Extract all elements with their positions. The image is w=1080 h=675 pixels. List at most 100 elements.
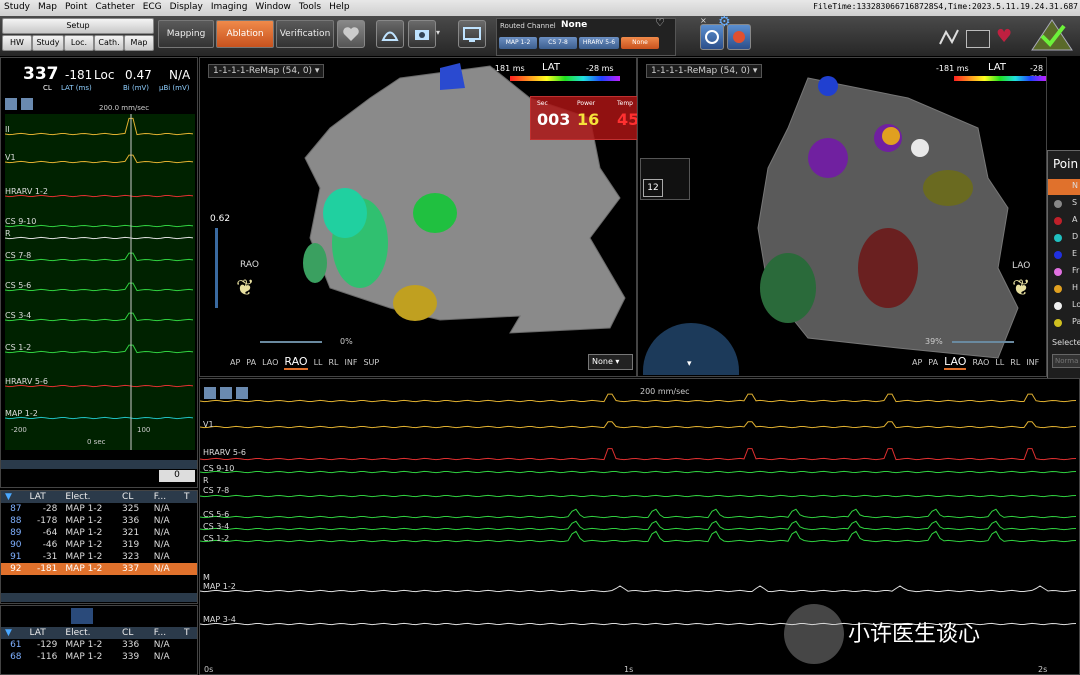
view-lao[interactable]: LAO [262,358,278,367]
point-count[interactable]: 12 [643,179,663,197]
ecg-trace-cs12 [200,530,1077,543]
monitor-icon[interactable] [458,20,486,48]
col-lat[interactable]: LAT [25,491,62,503]
setup-tab-map[interactable]: Map [124,35,154,51]
setup-tab-cath[interactable]: Cath. [94,35,124,51]
point-type-item[interactable]: Fr [1048,264,1080,280]
col-elect[interactable]: Elect. [61,627,119,639]
col-elect[interactable]: Elect. [61,491,119,503]
chevron-down-icon[interactable]: ▾ [436,28,440,37]
point-type-item[interactable]: D [1048,230,1080,246]
ablation-mode-button[interactable]: Ablation [216,20,274,48]
channel-chip-map12[interactable]: MAP 1-2 [499,37,537,49]
menu-point[interactable]: Point [61,0,91,12]
sort-icon[interactable]: ▼ [1,491,26,503]
catheter-icon[interactable] [700,24,724,50]
view-inf[interactable]: INF [1026,358,1039,367]
col-f[interactable]: F... [149,627,180,639]
chevron-down-icon[interactable]: ▾ [687,359,692,369]
heart-status-icon[interactable]: ♥ [996,26,1012,47]
zoom-icon[interactable] [5,98,17,110]
heart-model-lao[interactable] [748,68,1048,368]
view-inf[interactable]: INF [345,358,358,367]
catheter-navigation-widget[interactable]: ▾ [643,323,739,375]
col-cl[interactable]: CL [118,627,150,639]
table-scrollbar[interactable] [1,593,197,602]
channel-chip-hrarv56[interactable]: HRARV 5-6 [579,37,619,49]
view-rl[interactable]: RL [328,358,338,367]
point-type-item[interactable]: S [1048,196,1080,212]
setup-button[interactable]: Setup [2,18,154,34]
menu-imaging[interactable]: Imaging [207,0,252,12]
menu-tools[interactable]: Tools [295,0,325,12]
sort-icon[interactable]: ▼ [1,627,26,639]
view-ap[interactable]: AP [230,358,240,367]
table-row[interactable]: 61 -129 MAP 1-2 336 N/A [1,639,197,651]
channel-chip-cs78[interactable]: CS 7-8 [539,37,577,49]
col-cl[interactable]: CL [118,491,150,503]
table-row[interactable]: 68 -116 MAP 1-2 339 N/A [1,651,197,663]
view-lao[interactable]: LAO [944,355,967,370]
view-ap[interactable]: AP [912,358,922,367]
layer-icon[interactable] [71,608,93,624]
map-dropdown[interactable]: None ▾ [588,354,633,370]
col-t[interactable]: T [179,491,197,503]
verification-mode-button[interactable]: Verification [276,20,334,48]
map-title-dropdown[interactable]: 1-1-1-1-ReMap (54, 0) ▾ [646,64,763,78]
zoom-slider[interactable] [952,341,1014,343]
table-row[interactable]: 92 -181 MAP 1-2 337 N/A [1,563,197,575]
col-lat[interactable]: LAT [25,627,62,639]
view-pa[interactable]: PA [246,358,256,367]
mapping-mode-button[interactable]: Mapping [158,20,214,48]
table-row[interactable]: 90 -46 MAP 1-2 319 N/A [1,539,197,551]
ablation-catheter-icon[interactable] [727,24,751,50]
col-f[interactable]: F... [149,491,180,503]
col-t[interactable]: T [179,627,197,639]
zoom-slider[interactable] [260,341,322,343]
counter-field[interactable]: 0 [159,470,195,482]
cable-icon[interactable] [938,28,960,46]
view-rl[interactable]: RL [1010,358,1020,367]
menu-help[interactable]: Help [325,0,354,12]
left-ecg-channel-label: CS 1-2 [5,343,31,352]
left-scrollbar[interactable] [1,460,197,469]
view-rao[interactable]: RAO [284,355,308,370]
view-rao[interactable]: RAO [972,358,989,367]
table-row[interactable]: 87 -28 MAP 1-2 325 N/A [1,503,197,515]
routed-channel-value[interactable]: None [561,20,587,30]
heart-icon[interactable] [337,20,365,48]
view-sup[interactable]: SUP [363,358,379,367]
camera-icon[interactable] [408,20,436,48]
point-id: 90 [10,540,22,550]
menu-display[interactable]: Display [166,0,207,12]
menu-map[interactable]: Map [34,0,61,12]
opacity-slider[interactable] [215,228,218,308]
view-ll[interactable]: LL [995,358,1004,367]
point-type-item[interactable]: Pa [1048,315,1080,331]
view-pa[interactable]: PA [928,358,938,367]
menu-catheter[interactable]: Catheter [91,0,138,12]
table-row[interactable]: 91 -31 MAP 1-2 323 N/A [1,551,197,563]
table-row[interactable]: 89 -64 MAP 1-2 321 N/A [1,527,197,539]
menu-window[interactable]: Window [251,0,295,12]
point-type-item[interactable]: H [1048,281,1080,297]
checkmark-icon[interactable] [1030,18,1074,52]
map-shape-icon[interactable] [376,20,404,48]
channel-chip-none[interactable]: None [621,37,659,49]
setup-tab-hw[interactable]: HW [2,35,32,51]
screen-icon[interactable] [966,30,990,48]
menu-ecg[interactable]: ECG [139,0,166,12]
point-type-item[interactable]: A [1048,213,1080,229]
view-ll[interactable]: LL [314,358,323,367]
point-type-item[interactable]: Lo [1048,298,1080,314]
point-type-input[interactable] [1052,354,1080,368]
point-type-item[interactable]: N [1048,179,1080,195]
setup-tab-study[interactable]: Study [32,35,64,51]
point-type-label: D [1072,232,1079,241]
point-type-item[interactable]: E [1048,247,1080,263]
heart-add-icon[interactable]: ♡ [655,16,665,29]
setup-tab-loc[interactable]: Loc. [64,35,94,51]
settings-icon[interactable] [21,98,33,110]
menu-study[interactable]: Study [0,0,34,12]
table-row[interactable]: 88 -178 MAP 1-2 336 N/A [1,515,197,527]
